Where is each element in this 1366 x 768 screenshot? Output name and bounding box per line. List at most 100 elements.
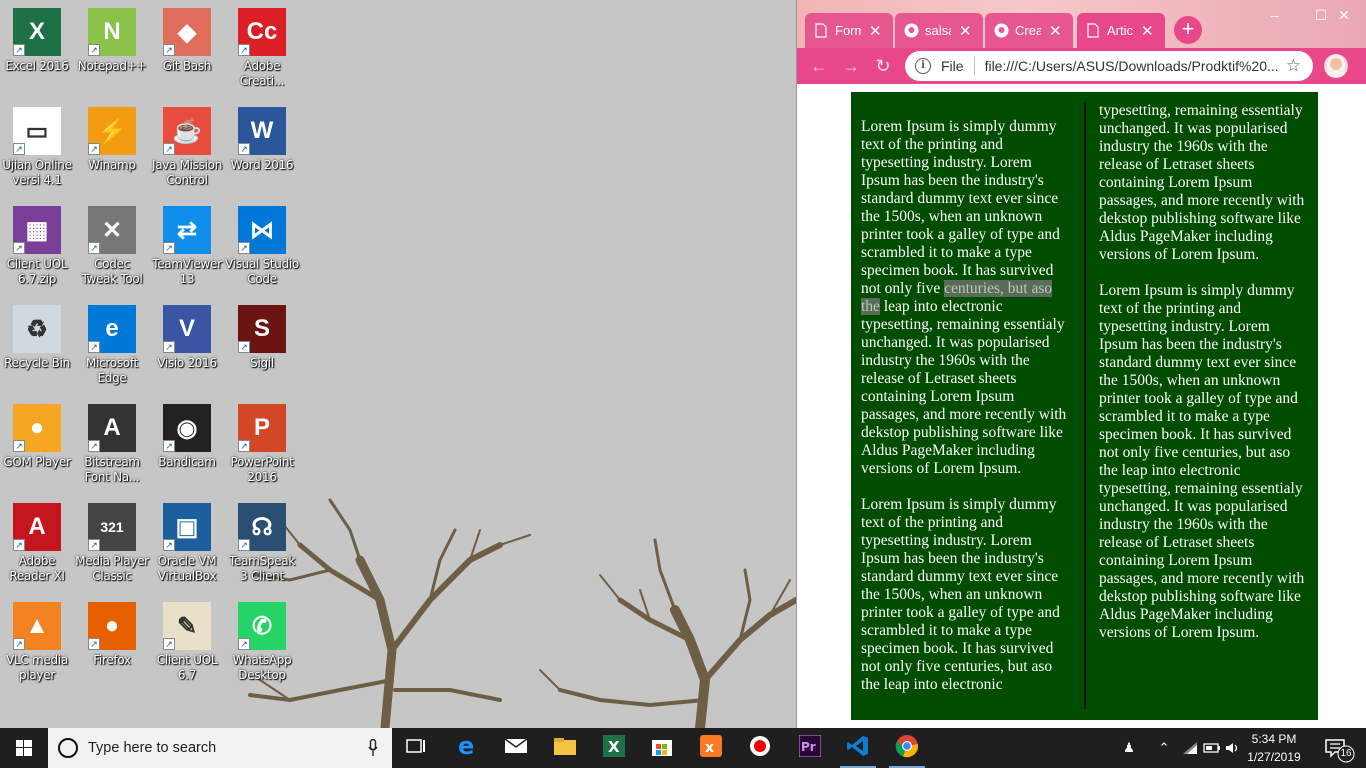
desktop-icon[interactable]: N ↗ Notepad++ <box>75 8 149 74</box>
shortcut-arrow-icon: ↗ <box>238 539 250 551</box>
shortcut-arrow-icon: ↗ <box>238 242 250 254</box>
profile-avatar[interactable] <box>1324 54 1348 78</box>
browser-tab[interactable]: Creat ✕ <box>985 13 1073 48</box>
shortcut-arrow-icon: ↗ <box>88 143 100 155</box>
desktop-icon[interactable]: X ↗ Excel 2016 <box>0 8 74 74</box>
desktop-icon[interactable]: ● ↗ GOM Player <box>0 404 74 470</box>
media-player-classic-icon: 321 ↗ <box>88 503 136 551</box>
taskbar-edge-button[interactable]: e <box>443 728 491 768</box>
codec-tweak-tool-icon: ✕ ↗ <box>88 206 136 254</box>
clock[interactable]: 5:34 PM 1/27/2019 <box>1236 730 1312 766</box>
clock-date: 1/27/2019 <box>1247 750 1301 764</box>
forward-button[interactable]: → <box>839 54 863 78</box>
excel-icon: X ↗ <box>13 8 61 56</box>
start-button[interactable] <box>0 728 48 768</box>
desktop-icon[interactable]: ⚡ ↗ Winamp <box>75 107 149 173</box>
taskbar-premiere-button[interactable]: Pr <box>786 728 834 768</box>
desktop[interactable]: X ↗ Excel 2016 N ↗ Notepad++ ◆ ↗ Git Bash Cc ↗ Adob… <box>0 0 796 728</box>
desktop-icon[interactable]: ▲ ↗ VLC media player <box>0 602 74 683</box>
taskbar-search[interactable]: Type here to search <box>48 728 392 768</box>
desktop-icon[interactable]: A ↗ Bitstream Font Na... <box>75 404 149 485</box>
desktop-icon[interactable]: 321 ↗ Media Player Classic <box>75 503 149 584</box>
back-button[interactable]: ← <box>807 54 831 78</box>
taskbar-chrome-button[interactable] <box>883 728 931 768</box>
desktop-icon[interactable]: S ↗ Sigil <box>225 305 299 371</box>
shortcut-arrow-icon: ↗ <box>88 539 100 551</box>
tab-close-icon[interactable]: ✕ <box>869 22 882 40</box>
desktop-icon[interactable]: ☊ ↗ TeamSpeak 3 Client <box>225 503 299 584</box>
shortcut-arrow-icon: ↗ <box>238 44 250 56</box>
github-icon <box>903 23 919 39</box>
bookmark-star-icon[interactable]: ☆ <box>1286 56 1301 76</box>
shortcut-arrow-icon: ↗ <box>163 143 175 155</box>
page-viewport[interactable]: Lorem Ipsum is simply dummy text of the … <box>797 84 1366 728</box>
shortcut-arrow-icon: ↗ <box>238 440 250 452</box>
tab-close-icon[interactable]: ✕ <box>959 22 972 40</box>
people-icon[interactable]: ♟ <box>1116 728 1142 768</box>
browser-tab[interactable]: Artic ✕ <box>1077 13 1165 48</box>
bandicam-icon: ◉ ↗ <box>163 404 211 452</box>
mail-icon <box>504 737 528 760</box>
desktop-icon-label: TeamSpeak 3 Client <box>229 554 295 583</box>
desktop-icon-label: Adobe Creati... <box>239 59 285 88</box>
winamp-icon: ⚡ ↗ <box>88 107 136 155</box>
taskbar-xampp-button[interactable]: x <box>687 728 735 768</box>
desktop-icon[interactable]: A ↗ Adobe Reader XI <box>0 503 74 584</box>
new-tab-button[interactable]: + <box>1174 16 1202 44</box>
address-bar[interactable]: i File file:///C:/Users/ASUS/Downloads/P… <box>905 51 1313 81</box>
battery-icon[interactable] <box>1202 728 1222 768</box>
close-window-button[interactable]: ✕ <box>1321 0 1366 32</box>
desktop-icon-label: Client UOL 6.7 <box>156 653 218 682</box>
shortcut-arrow-icon: ↗ <box>163 440 175 452</box>
taskbar-record-button[interactable] <box>736 728 784 768</box>
visio-icon: V ↗ <box>163 305 211 353</box>
github-icon <box>993 23 1009 39</box>
teamspeak-icon: ☊ ↗ <box>238 503 286 551</box>
taskbar-vscode-button[interactable] <box>834 728 882 768</box>
desktop-icon[interactable]: ▦ ↗ Client UOL 6.7.zip <box>0 206 74 287</box>
reload-button[interactable]: ↻ <box>871 54 895 78</box>
microphone-icon[interactable] <box>368 739 378 757</box>
search-placeholder: Type here to search <box>88 740 217 756</box>
browser-titlebar[interactable]: Form✕salsa✕Creat✕Artic✕ + – ☐ ✕ <box>797 0 1366 48</box>
desktop-icon[interactable]: ✆ ↗ WhatsApp Desktop <box>225 602 299 683</box>
desktop-icon[interactable]: V ↗ Visio 2016 <box>150 305 224 371</box>
desktop-icon[interactable]: ◆ ↗ Git Bash <box>150 8 224 74</box>
desktop-icon[interactable]: ✎ ↗ Client UOL 6.7 <box>150 602 224 683</box>
desktop-icon[interactable]: ⋈ ↗ Visual Studio Code <box>225 206 299 287</box>
desktop-icon-label: Visual Studio Code <box>225 257 299 286</box>
show-hidden-icons-chevron-icon[interactable]: ⌃ <box>1152 728 1176 768</box>
minimize-button[interactable]: – <box>1252 0 1298 32</box>
desktop-icon[interactable]: ☕ ↗ Java Mission Control <box>150 107 224 188</box>
article-container: Lorem Ipsum is simply dummy text of the … <box>851 92 1318 720</box>
desktop-icon[interactable]: ✕ ↗ Codec Tweak Tool <box>75 206 149 287</box>
taskbar-store-button[interactable] <box>638 728 686 768</box>
desktop-icon[interactable]: P ↗ PowerPoint 2016 <box>225 404 299 485</box>
desktop-icon[interactable]: ♻ Recycle Bin <box>0 305 74 371</box>
info-icon[interactable]: i <box>915 58 931 74</box>
desktop-icon[interactable]: Cc ↗ Adobe Creati... <box>225 8 299 89</box>
shortcut-arrow-icon: ↗ <box>13 143 25 155</box>
desktop-icon[interactable]: ⇄ ↗ TeamViewer 13 <box>150 206 224 287</box>
desktop-icon[interactable]: ◉ ↗ Bandicam <box>150 404 224 470</box>
url-text[interactable]: file:///C:/Users/ASUS/Downloads/Prodktif… <box>985 58 1285 74</box>
file-explorer-icon <box>553 736 577 761</box>
desktop-icon[interactable]: e ↗ Microsoft Edge <box>75 305 149 386</box>
xampp-icon: x <box>700 734 722 762</box>
wifi-icon[interactable] <box>1180 728 1200 768</box>
tab-close-icon[interactable]: ✕ <box>1141 22 1154 40</box>
desktop-icon[interactable]: W ↗ Word 2016 <box>225 107 299 173</box>
whatsapp-icon: ✆ ↗ <box>238 602 286 650</box>
taskbar-excel-button[interactable]: X <box>590 728 638 768</box>
taskbar-task-view-button[interactable] <box>392 728 440 768</box>
desktop-icon[interactable]: ● ↗ Firefox <box>75 602 149 668</box>
taskbar-file-explorer-button[interactable] <box>541 728 589 768</box>
browser-tab[interactable]: salsa ✕ <box>895 13 983 48</box>
browser-tab[interactable]: Form ✕ <box>805 13 893 48</box>
desktop-icon[interactable]: ▭ ↗ Ujian Online versi 4.1 <box>0 107 74 188</box>
store-icon <box>651 735 673 762</box>
taskbar-mail-button[interactable] <box>492 728 540 768</box>
tab-close-icon[interactable]: ✕ <box>1049 22 1062 40</box>
action-center-button[interactable]: 16 <box>1318 728 1358 768</box>
desktop-icon[interactable]: ▣ ↗ Oracle VM VirtualBox <box>150 503 224 584</box>
